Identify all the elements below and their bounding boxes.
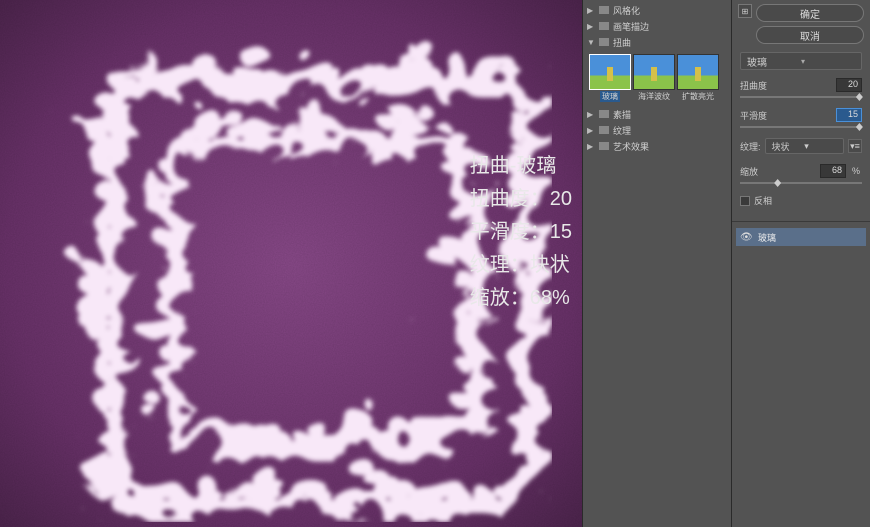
category-artistic[interactable]: ▶ 艺术效果 [583,138,731,154]
folder-icon [599,142,609,150]
chevron-down-icon: ▼ [587,38,595,47]
folder-icon [599,22,609,30]
category-brush[interactable]: ▶ 画笔描边 [583,18,731,34]
smoothness-input[interactable]: 15 [836,108,862,122]
chevron-right-icon: ▶ [587,126,595,135]
category-sketch[interactable]: ▶ 素描 [583,106,731,122]
thumb-diffuse-image [677,54,719,90]
folder-icon [599,38,609,46]
scale-slider[interactable] [740,182,862,184]
category-texture[interactable]: ▶ 纹理 [583,122,731,138]
folder-icon [599,126,609,134]
distortion-input[interactable]: 20 [836,78,862,92]
visibility-icon[interactable]: 👁 [740,232,752,243]
canvas-preview: 扭曲-玻璃 扭曲度：20 平滑度：15 纹理：块状 缩放：68% [0,0,582,527]
category-stylize[interactable]: ▶ 风格化 [583,2,731,18]
thumb-diffuse[interactable]: 扩散亮光 [677,54,719,102]
chevron-down-icon: ▾ [801,57,855,66]
ok-button[interactable]: 确定 [756,4,864,22]
chevron-down-icon: ▾ [804,141,837,152]
texture-menu-button[interactable]: ▾≡ [848,139,862,153]
scale-unit: % [852,166,862,176]
smoothness-label: 平滑度 [740,109,830,122]
settings-panel: ⊞ 确定 取消 玻璃 ▾ 扭曲度 20 平滑度 15 纹理: 块状 ▾ ▾≡ [732,0,870,527]
chevron-right-icon: ▶ [587,142,595,151]
thumb-ocean[interactable]: 海洋波纹 [633,54,675,102]
folder-icon [599,110,609,118]
smoothness-slider[interactable] [740,126,862,128]
distort-thumbnails: 玻璃 海洋波纹 扩散亮光 [583,50,731,106]
texture-select[interactable]: 块状 ▾ [765,138,844,154]
effect-layers: 👁 玻璃 [732,222,870,527]
overlay-settings-text: 扭曲-玻璃 扭曲度：20 平滑度：15 纹理：块状 缩放：68% [470,150,572,315]
invert-label: 反相 [754,194,772,207]
texture-label: 纹理: [740,140,761,153]
chevron-right-icon: ▶ [587,6,595,15]
category-distort[interactable]: ▼ 扭曲 [583,34,731,50]
filter-name-dropdown[interactable]: 玻璃 ▾ [740,52,862,70]
scale-input[interactable]: 68 [820,164,846,178]
chevron-right-icon: ▶ [587,22,595,31]
thumb-glass[interactable]: 玻璃 [589,54,631,102]
folder-icon [599,6,609,14]
filter-category-tree: ▶ 风格化 ▶ 画笔描边 ▼ 扭曲 玻璃 海洋波纹 扩散亮光 ▶ 素描 ▶ 纹理 [582,0,732,527]
layer-glass[interactable]: 👁 玻璃 [736,228,866,246]
thumb-glass-image [589,54,631,90]
invert-checkbox[interactable] [740,196,750,206]
scale-label: 缩放 [740,165,814,178]
chevron-right-icon: ▶ [587,110,595,119]
thumb-ocean-image [633,54,675,90]
distortion-slider[interactable] [740,96,862,98]
distortion-label: 扭曲度 [740,79,830,92]
collapse-toggle[interactable]: ⊞ [738,4,752,18]
cancel-button[interactable]: 取消 [756,26,864,44]
